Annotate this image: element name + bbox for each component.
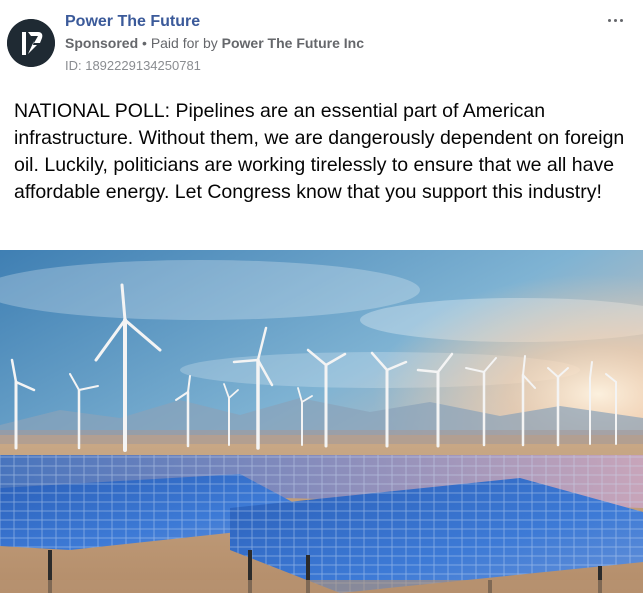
page-avatar[interactable]	[7, 19, 55, 67]
sponsored-label: Sponsored	[65, 35, 139, 51]
advertiser-name[interactable]: Power The Future Inc	[222, 35, 364, 51]
page-name-link[interactable]: Power The Future	[65, 13, 200, 31]
wind-solar-farm-image	[0, 250, 643, 593]
sponsored-post: Power The Future Sponsored • Paid for by…	[0, 0, 643, 593]
post-text: NATIONAL POLL: Pipelines are an essentia…	[14, 100, 625, 203]
meta-separator: •	[142, 35, 147, 51]
paid-for-prefix: Paid for by	[150, 35, 218, 51]
power-the-future-logo-icon	[7, 19, 55, 67]
more-horizontal-icon[interactable]	[603, 10, 627, 30]
sponsored-meta: Sponsored • Paid for by Power The Future…	[65, 35, 364, 51]
post-image[interactable]	[0, 250, 643, 593]
ad-id: ID: 1892229134250781	[65, 58, 201, 73]
